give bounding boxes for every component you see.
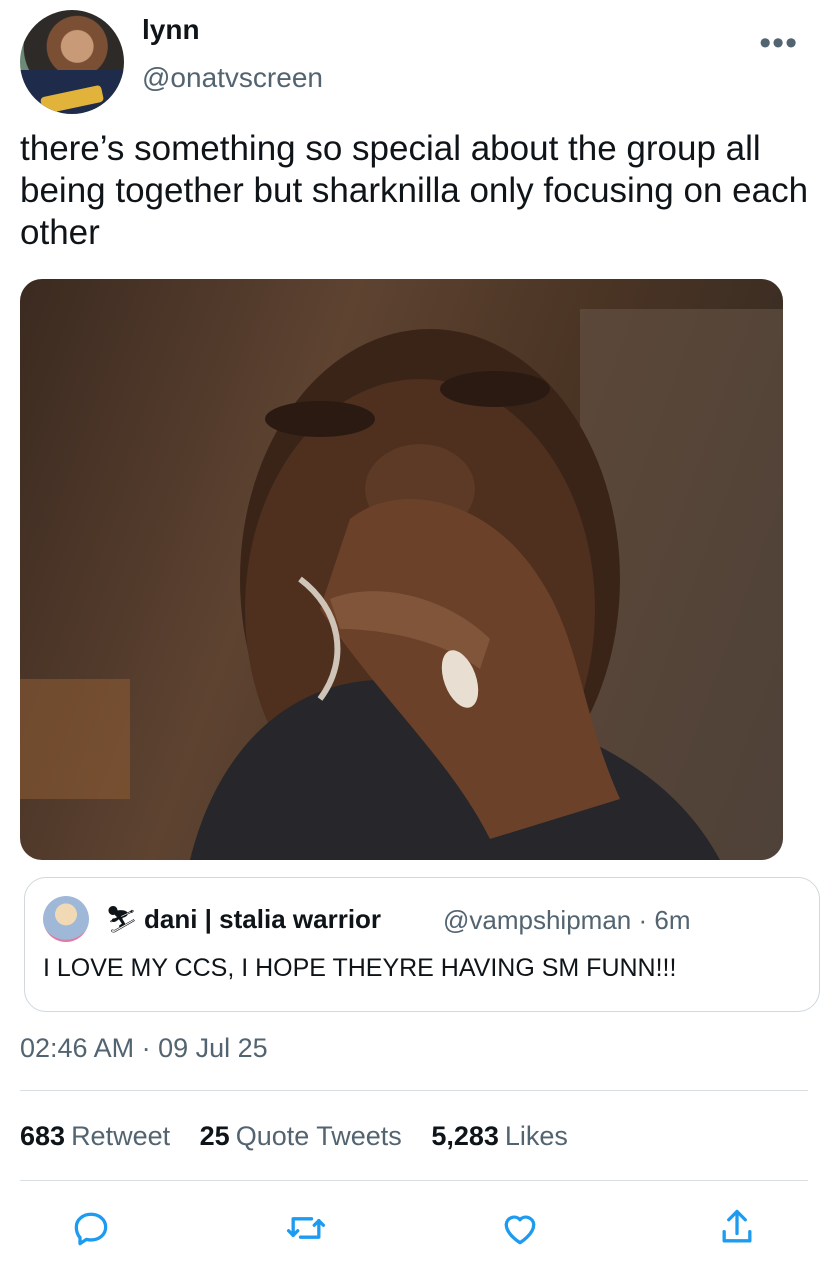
retweets-count: 683 [20, 1121, 66, 1151]
meta-separator: · [638, 905, 648, 935]
author-avatar[interactable] [20, 10, 124, 114]
share-icon[interactable] [715, 1206, 759, 1250]
author-display-name[interactable]: lynn [142, 14, 200, 46]
quotes-label: Quote Tweets [235, 1121, 402, 1151]
quotes-stat[interactable]: 25 Quote Tweets [200, 1121, 402, 1151]
quoted-author-handle: @vampshipman [443, 905, 632, 935]
author-handle[interactable]: @onatvscreen [142, 62, 323, 94]
likes-label: Likes [504, 1121, 568, 1151]
likes-count: 5,283 [431, 1121, 499, 1151]
tweet-text: there’s something so special about the g… [20, 129, 809, 252]
quoted-tweet-card[interactable]: ⛷ dani | stalia warrior @vampshipman · 6m… [24, 877, 820, 1012]
divider-top [20, 1090, 808, 1091]
tweet-timestamp[interactable]: 02:46 AM · 09 Jul 25 [20, 1033, 268, 1064]
like-icon[interactable] [498, 1206, 542, 1250]
crying-man-illustration [20, 309, 783, 860]
retweets-stat[interactable]: 683 Retweet [20, 1121, 170, 1151]
retweets-label: Retweet [71, 1121, 171, 1151]
quoted-author-meta: @vampshipman · 6m [443, 905, 691, 936]
quoted-tweet-text: I LOVE MY CCS, I HOPE THEYRE HAVING SM F… [43, 954, 677, 982]
engagement-stats: 683 Retweet 25 Quote Tweets 5,283 Likes [20, 1121, 590, 1152]
tweet-media-photo[interactable] [20, 279, 783, 860]
retweet-icon[interactable] [284, 1206, 328, 1250]
quoted-author-avatar[interactable] [43, 896, 89, 942]
skier-emoji: ⛷ [105, 904, 139, 934]
quoted-author-display-name: dani | stalia warrior [144, 904, 382, 934]
quoted-author-name-row: ⛷ dani | stalia warrior [105, 904, 381, 935]
quoted-tweet-time: 6m [654, 905, 691, 935]
likes-stat[interactable]: 5,283 Likes [431, 1121, 568, 1151]
reply-icon[interactable] [69, 1206, 113, 1250]
divider-bottom [20, 1180, 808, 1181]
quotes-count: 25 [199, 1121, 230, 1151]
action-bar [0, 1206, 828, 1254]
more-options-icon[interactable]: ••• [759, 24, 798, 63]
